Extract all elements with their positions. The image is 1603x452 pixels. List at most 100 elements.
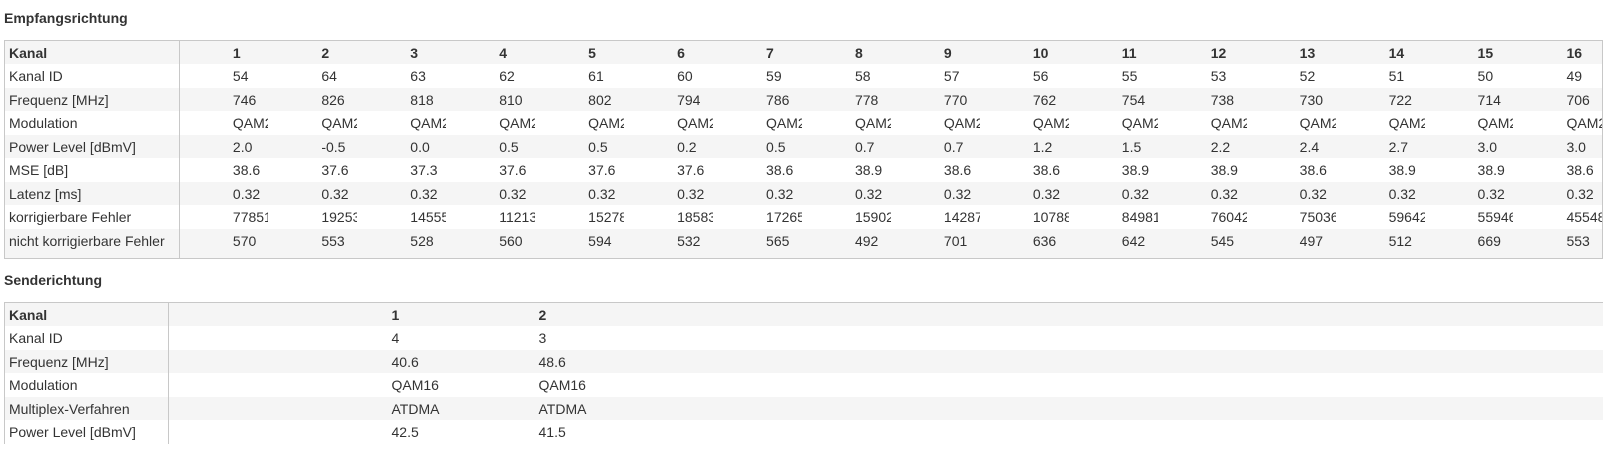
row-label: Kanal [4, 40, 180, 64]
table-cell: 0.5 [446, 134, 536, 158]
table-cell: 0.32 [624, 181, 714, 205]
table-cell: 802 [535, 87, 625, 111]
table-cell: 2 [268, 40, 358, 64]
table-cell: 3 [534, 326, 1603, 350]
upstream-row-power: Power Level [dBmV] 42.5 41.5 [4, 420, 1603, 444]
table-cell: 53 [1157, 64, 1247, 88]
row-label: Kanal ID [4, 326, 169, 350]
table-cell: 59 [713, 64, 802, 88]
table-cell: 0.32 [713, 181, 802, 205]
table-cell: 60 [624, 64, 714, 88]
table-cell: 48.6 [534, 349, 1603, 373]
table-cell: 810 [446, 87, 536, 111]
table-cell: 52 [1246, 64, 1336, 88]
row-label: Modulation [4, 111, 180, 135]
table-cell: 0.5 [713, 134, 802, 158]
table-cell: 142872 [890, 205, 980, 229]
table-cell: 38.6 [179, 158, 269, 182]
table-cell: 38.6 [890, 158, 980, 182]
table-cell: 762 [979, 87, 1069, 111]
table-cell: 4 [446, 40, 536, 64]
table-cell: 41.5 [534, 420, 1603, 444]
table-cell: QAM256 [890, 111, 980, 135]
table-cell: 49 [1513, 64, 1603, 88]
downstream-table: Kanal 1 2 3 4 5 6 7 8 9 10 11 12 13 14 15 16 Kanal ID 54 64… [4, 40, 1603, 259]
table-cell: 701 [890, 228, 980, 259]
table-cell: 722 [1335, 87, 1425, 111]
table-cell: 145550 [357, 205, 447, 229]
row-label: korrigierbare Fehler [4, 205, 180, 229]
downstream-row-kanal: Kanal 1 2 3 4 5 6 7 8 9 10 11 12 13 14 15 16 [4, 40, 1603, 64]
spacer-cell [168, 326, 388, 350]
table-cell: QAM256 [979, 111, 1069, 135]
table-cell: 497 [1246, 228, 1336, 259]
table-cell: ATDMA [387, 396, 535, 420]
table-cell: 0.7 [801, 134, 891, 158]
table-cell: 512 [1335, 228, 1425, 259]
table-cell: 0.32 [179, 181, 269, 205]
table-cell: 185838 [624, 205, 714, 229]
table-cell: 77851 [179, 205, 269, 229]
table-cell: 8 [801, 40, 891, 64]
table-cell: 38.9 [1335, 158, 1425, 182]
table-cell: 754 [1068, 87, 1158, 111]
downstream-row-modulation: ModulationQAM256QAM256QAM256QAM256QAM256… [4, 111, 1603, 135]
table-cell: QAM256 [357, 111, 447, 135]
table-cell: 12 [1157, 40, 1247, 64]
downstream-row-mse: MSE [dB] 38.6 37.6 37.3 37.6 37.6 37.6 38.6 38.9… [4, 158, 1603, 182]
table-cell: 84981 [1068, 205, 1158, 229]
table-cell: 2.2 [1157, 134, 1247, 158]
table-cell: 1 [387, 302, 535, 326]
table-cell: QAM256 [535, 111, 625, 135]
table-cell: 532 [624, 228, 714, 259]
table-cell: QAM256 [713, 111, 802, 135]
row-label: nicht korrigierbare Fehler [4, 228, 180, 259]
table-cell: 0.32 [535, 181, 625, 205]
table-cell: 192531 [268, 205, 358, 229]
table-cell: 38.6 [713, 158, 802, 182]
table-cell: 746 [179, 87, 269, 111]
row-label: Kanal ID [4, 64, 180, 88]
table-cell: 9 [890, 40, 980, 64]
table-cell: 492 [801, 228, 891, 259]
table-cell: 730 [1246, 87, 1336, 111]
table-cell: 2.4 [1246, 134, 1336, 158]
table-cell: -0.5 [268, 134, 358, 158]
table-cell: QAM256 [1157, 111, 1247, 135]
table-cell: QAM256 [1335, 111, 1425, 135]
table-cell: 51 [1335, 64, 1425, 88]
table-cell: 0.32 [357, 181, 447, 205]
table-cell: QAM16 [534, 373, 1603, 397]
table-cell: 3.0 [1513, 134, 1603, 158]
table-cell: 553 [1513, 228, 1603, 259]
table-cell: 37.6 [535, 158, 625, 182]
table-cell: 0.32 [1157, 181, 1247, 205]
table-cell: 1.5 [1068, 134, 1158, 158]
table-cell: 0.32 [890, 181, 980, 205]
table-cell: 75036 [1246, 205, 1336, 229]
table-cell: 6 [624, 40, 714, 64]
downstream-section-title: Empfangsrichtung [4, 10, 128, 26]
table-cell: 3.0 [1424, 134, 1514, 158]
row-label: MSE [dB] [4, 158, 180, 182]
table-cell: 55 [1068, 64, 1158, 88]
table-cell: 0.32 [801, 181, 891, 205]
table-cell: 37.3 [357, 158, 447, 182]
table-cell: QAM256 [1068, 111, 1158, 135]
spacer-cell [168, 302, 388, 326]
table-cell: 0.5 [535, 134, 625, 158]
table-cell: 57 [890, 64, 980, 88]
table-cell: 107887 [979, 205, 1069, 229]
table-cell: QAM256 [446, 111, 536, 135]
table-cell: 528 [357, 228, 447, 259]
table-cell: 3 [357, 40, 447, 64]
table-cell: 10 [979, 40, 1069, 64]
table-cell: 2 [534, 302, 1603, 326]
table-cell: 1 [179, 40, 269, 64]
upstream-row-frequenz: Frequenz [MHz] 40.6 48.6 [4, 349, 1603, 373]
table-cell: 40.6 [387, 349, 535, 373]
table-cell: 152788 [535, 205, 625, 229]
table-cell: QAM256 [1246, 111, 1336, 135]
table-cell: 4 [387, 326, 535, 350]
downstream-row-frequenz: Frequenz [MHz] 746 826 818 810 802 794 786 778 77… [4, 87, 1603, 111]
